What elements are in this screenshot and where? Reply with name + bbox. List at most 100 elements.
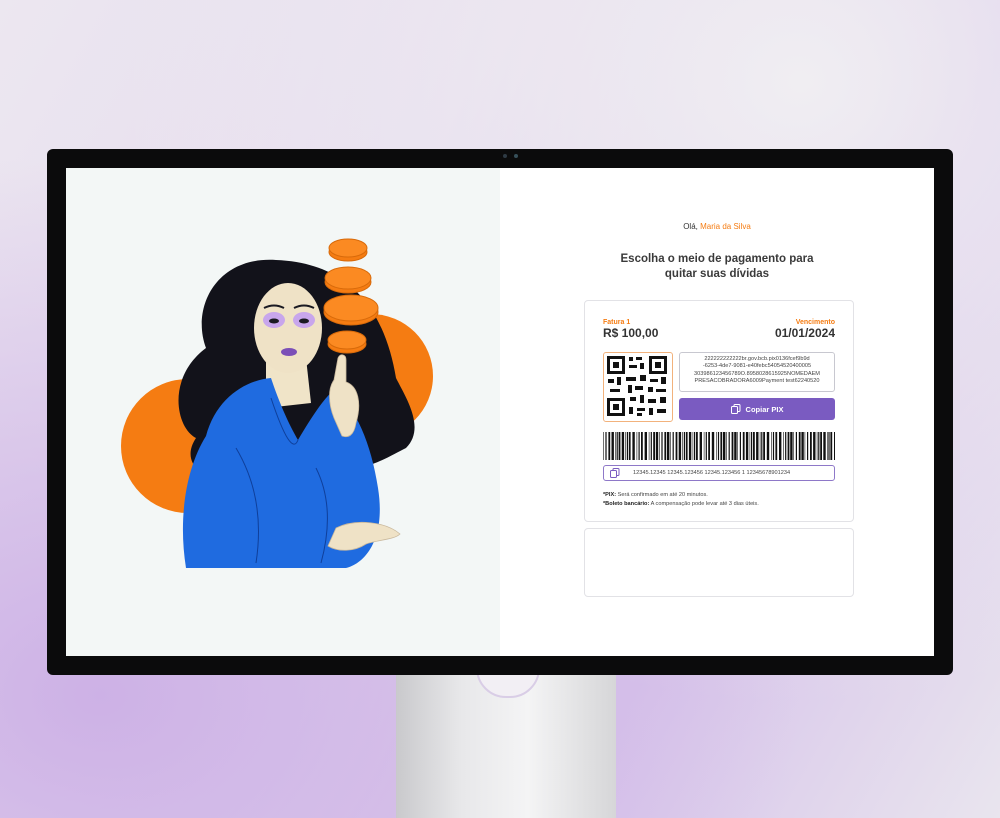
copy-icon[interactable]: [609, 468, 621, 478]
pix-note-text: Será confirmado em até 20 minutos.: [617, 492, 708, 498]
barcode-bar: [638, 432, 640, 460]
barcode-bar: [708, 432, 710, 460]
invoice-label: Fatura 1: [603, 319, 631, 326]
barcode-bar: [618, 432, 621, 460]
invoice-amount: R$ 100,00: [603, 326, 659, 340]
barcode-bar: [827, 432, 828, 460]
barcode-bar: [653, 432, 655, 460]
barcode-bar: [672, 432, 674, 460]
barcode-bar: [683, 432, 685, 460]
barcode-bar: [775, 432, 778, 460]
pix-code-line: -6253-4de7-9081-e40febc54054520400005: [702, 363, 812, 370]
barcode-bar: [621, 432, 625, 460]
barcode-bar: [616, 432, 618, 460]
barcode-bar: [608, 432, 611, 460]
pix-code-field[interactable]: 222222222222br.gov.bcb.pix0136fcef9b9d -…: [679, 352, 835, 392]
barcode-bar: [787, 432, 790, 460]
barcode-bar: [772, 432, 775, 460]
barcode-icon: [603, 432, 835, 460]
barcode-bar: [807, 432, 809, 460]
pix-note-label: *PIX:: [603, 492, 617, 498]
barcode-bar: [650, 432, 652, 460]
barcode-bar: [830, 432, 833, 460]
barcode-bar: [728, 432, 730, 460]
barcode-bar: [751, 432, 753, 460]
barcode-bar: [682, 432, 683, 460]
pix-code-line: 222222222222br.gov.bcb.pix0136fcef9b9d: [704, 356, 810, 362]
barcode-bar: [739, 432, 741, 460]
due-label: Vencimento: [795, 319, 835, 326]
barcode-bar: [745, 432, 749, 460]
pix-code-line: 303986123456789O.8958028615925NOMEDAEM: [694, 370, 820, 377]
barcode-bar: [723, 432, 726, 460]
barcode-bar: [615, 432, 616, 460]
barcode-bar: [742, 432, 745, 460]
barcode-bar: [816, 432, 818, 460]
barcode-bar: [699, 432, 702, 460]
payment-notes: *PIX: Será confirmado em até 20 minutos.…: [603, 491, 843, 509]
barcode-bar: [756, 432, 759, 460]
barcode-bar: [628, 432, 631, 460]
copy-icon: [730, 404, 741, 414]
barcode-bar: [675, 432, 678, 460]
barcode-bar: [801, 432, 804, 460]
woman-with-coins-illustration: [121, 238, 433, 568]
greeting-prefix: Olá,: [683, 222, 698, 231]
barcode-bar: [785, 432, 787, 460]
barcode-bar: [705, 432, 707, 460]
title-line-1: Escolha o meio de pagamento para: [620, 253, 814, 265]
barcode-bar: [655, 432, 659, 460]
barcode-bar: [798, 432, 801, 460]
boleto-note-label: *Boleto bancário:: [603, 501, 650, 507]
barcode-bar: [603, 432, 604, 460]
barcode-bar: [734, 432, 737, 460]
barcode-bar: [605, 432, 607, 460]
barcode-bar: [813, 432, 816, 460]
barcode-bar: [678, 432, 682, 460]
barcode-bar: [749, 432, 751, 460]
barcode-bar: [763, 432, 765, 460]
page-title: Escolha o meio de pagamento para quitar …: [596, 252, 838, 282]
barcode-bar: [696, 432, 698, 460]
camera-light: [514, 154, 518, 158]
barcode-bar: [753, 432, 755, 460]
barcode-bar: [688, 432, 692, 460]
barcode-bar: [644, 432, 647, 460]
customer-name: Maria da Silva: [700, 222, 751, 231]
barcode-bar: [664, 432, 667, 460]
barcode-bar: [716, 432, 717, 460]
barcode-bar: [834, 432, 835, 460]
pix-note: *PIX: Será confirmado em até 20 minutos.: [603, 491, 843, 500]
barcode-bar: [717, 432, 720, 460]
barcode-bar: [611, 432, 614, 460]
barcode-bar: [661, 432, 663, 460]
barcode-bar: [818, 432, 820, 460]
barcode-bar: [641, 432, 643, 460]
boleto-note: *Boleto bancário: A compensação pode lev…: [603, 500, 843, 509]
barcode-bar: [810, 432, 812, 460]
barcode-bar: [795, 432, 797, 460]
barcode-bar: [790, 432, 793, 460]
title-line-2: quitar suas dívidas: [664, 268, 770, 280]
barcode-bar: [766, 432, 770, 460]
barcode-bar: [828, 432, 830, 460]
barcode-bar: [771, 432, 772, 460]
barcode-bar: [685, 432, 688, 460]
screen: Olá, Maria da Silva Escolha o meio de pa…: [66, 168, 934, 656]
qr-code-icon: [603, 352, 673, 422]
copy-pix-button[interactable]: Copiar PIX: [679, 398, 835, 420]
digitable-line-field[interactable]: 12345.12345 12345.123456 12345.123456 1 …: [603, 465, 835, 481]
boleto-note-text: A compensação pode levar até 3 dias útei…: [650, 501, 759, 507]
invoice-info: Fatura 1 R$ 100,00: [603, 319, 658, 340]
barcode-bar: [820, 432, 822, 460]
barcode-bar: [726, 432, 727, 460]
greeting: Olá, Maria da Silva: [500, 222, 934, 231]
barcode-bar: [626, 432, 628, 460]
camera-icon: [503, 154, 507, 158]
barcode-bar: [692, 432, 694, 460]
barcode-bar: [648, 432, 650, 460]
payment-panel: Olá, Maria da Silva Escolha o meio de pa…: [500, 168, 934, 656]
digitable-line: 12345.12345 12345.123456 12345.123456 1 …: [633, 470, 791, 476]
empty-card: [584, 528, 854, 597]
due-info: Vencimento 01/01/2024: [775, 319, 835, 340]
